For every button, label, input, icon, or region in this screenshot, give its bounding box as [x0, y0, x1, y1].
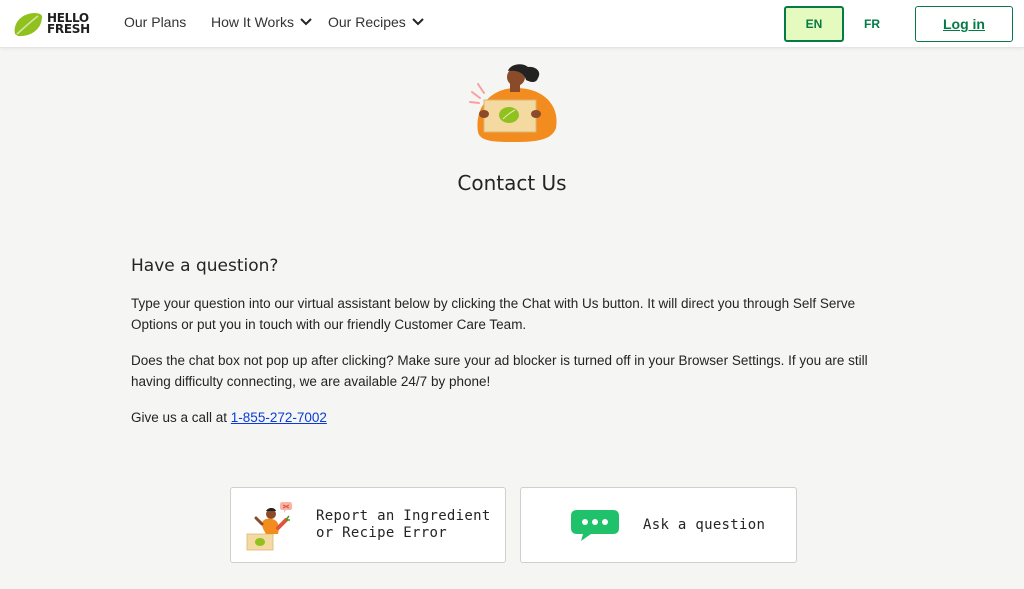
language-en-button[interactable]: EN	[784, 6, 844, 42]
logo-text-fresh: FRESH	[47, 22, 90, 36]
chef-icon	[246, 502, 292, 551]
nav-how-it-works-label: How It Works	[211, 14, 294, 30]
help-section: Have a question? Type your question into…	[131, 256, 871, 443]
help-paragraph-adblock: Does the chat box not pop up after click…	[131, 353, 868, 389]
nav-our-recipes[interactable]: Our Recipes	[328, 14, 424, 30]
nav-our-recipes-label: Our Recipes	[328, 14, 406, 30]
nav-our-plans-label: Our Plans	[124, 14, 187, 30]
chevron-down-icon	[300, 18, 312, 26]
call-us-line: Give us a call at 1-855-272-7002	[131, 407, 871, 428]
top-navbar: HELLO FRESH Our Plans How It Works Our R…	[0, 0, 1024, 48]
lime-logo-icon	[14, 13, 43, 37]
page-title: Contact Us	[457, 171, 567, 195]
report-error-card[interactable]: Report an Ingredient or Recipe Error	[230, 487, 506, 563]
nav-our-plans[interactable]: Our Plans	[124, 14, 186, 30]
help-paragraph-chat: Type your question into our virtual assi…	[131, 296, 856, 332]
chat-bubble-icon	[571, 510, 619, 541]
report-error-label-line1: Report an Ingredient	[316, 508, 491, 524]
ask-question-card[interactable]: Ask a question	[520, 487, 797, 563]
delivery-person-illustration	[469, 64, 557, 142]
chevron-down-icon	[412, 18, 424, 26]
call-us-prefix: Give us a call at	[131, 410, 231, 425]
hellofresh-logo[interactable]: HELLO FRESH	[12, 9, 98, 39]
question-heading: Have a question?	[131, 256, 279, 276]
login-button[interactable]: Log in	[915, 6, 1013, 42]
language-fr-button[interactable]: FR	[846, 6, 898, 42]
ask-question-label: Ask a question	[643, 516, 766, 533]
report-error-label-line2: or Recipe Error	[316, 525, 447, 541]
nav-how-it-works[interactable]: How It Works	[211, 14, 312, 30]
phone-number-link[interactable]: 1-855-272-7002	[231, 410, 327, 425]
